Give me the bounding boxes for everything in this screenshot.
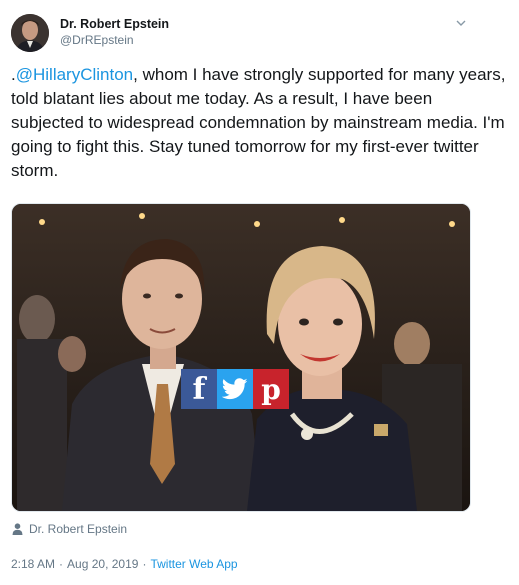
mention-link[interactable]: @HillaryClinton bbox=[16, 65, 133, 84]
person-icon bbox=[12, 523, 23, 535]
pinterest-icon[interactable]: p bbox=[253, 369, 289, 409]
author-handle[interactable]: @DrREpstein bbox=[60, 33, 169, 48]
author-block: Dr. Robert Epstein @DrREpstein bbox=[60, 17, 169, 48]
photo-credit-text: Dr. Robert Epstein bbox=[29, 522, 128, 536]
author-display-name[interactable]: Dr. Robert Epstein bbox=[60, 17, 169, 32]
tweet-time[interactable]: 2:18 AM bbox=[11, 557, 55, 571]
meta-separator: · bbox=[142, 557, 147, 571]
tweet-text: .@HillaryClinton, whom I have strongly s… bbox=[11, 63, 506, 183]
chevron-down-icon[interactable] bbox=[455, 18, 467, 28]
facebook-icon[interactable]: f bbox=[181, 369, 217, 409]
tweet-meta: 2:18 AM · Aug 20, 2019 · Twitter Web App bbox=[11, 557, 238, 571]
tweet-date[interactable]: Aug 20, 2019 bbox=[67, 557, 138, 571]
photo-credit: Dr. Robert Epstein bbox=[12, 522, 127, 536]
share-buttons: f p bbox=[181, 369, 289, 409]
twitter-bird-icon[interactable] bbox=[217, 369, 253, 409]
meta-separator: · bbox=[59, 557, 64, 571]
tweet-source-link[interactable]: Twitter Web App bbox=[150, 557, 237, 571]
avatar[interactable] bbox=[11, 14, 49, 52]
tweet-card: Dr. Robert Epstein @DrREpstein .@Hillary… bbox=[0, 0, 519, 585]
tweet-photo[interactable]: f p bbox=[11, 203, 471, 512]
photo-scene bbox=[12, 204, 470, 511]
twitter-bird-glyph bbox=[222, 378, 248, 400]
